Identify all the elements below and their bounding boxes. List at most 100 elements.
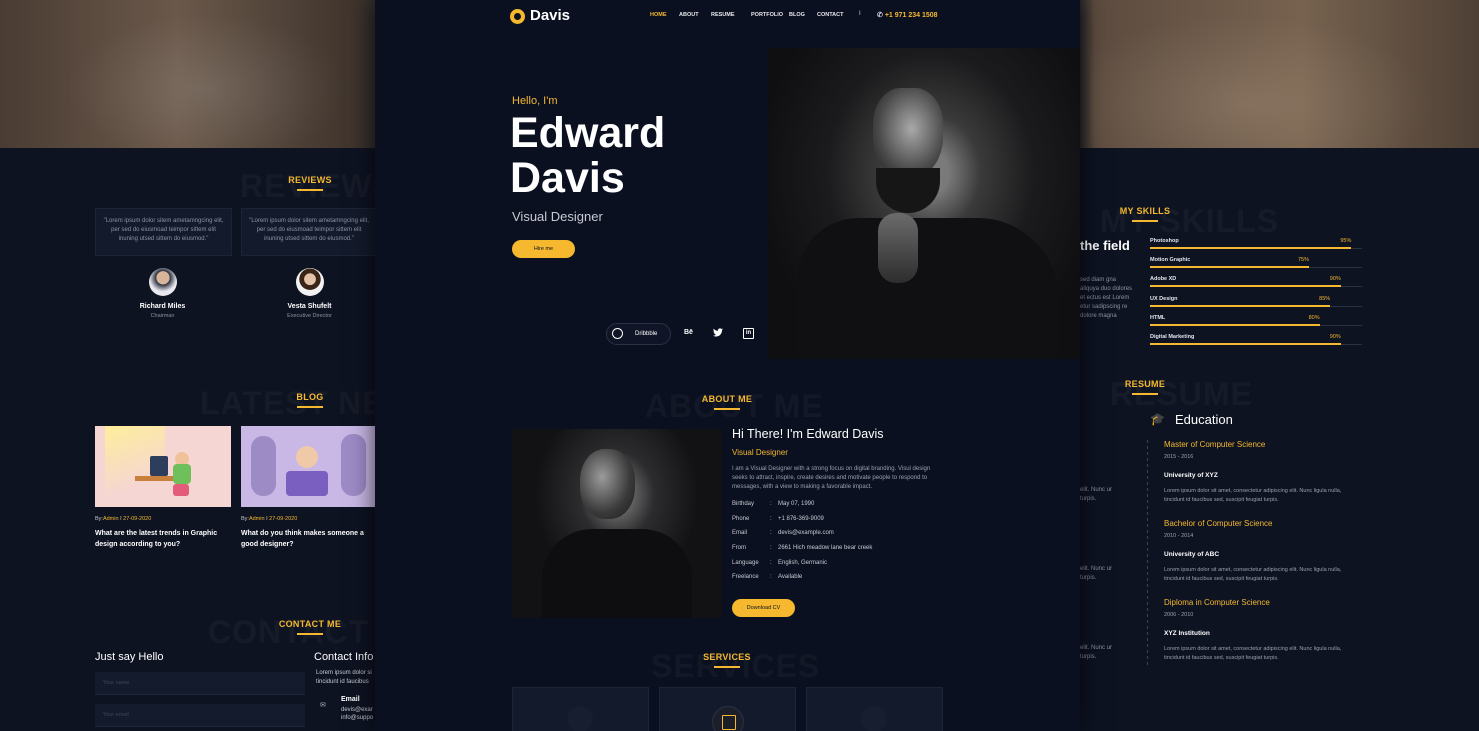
detail-value: +1 876-369-9009: [778, 515, 824, 522]
about-description: I am a Visual Designer with a strong foc…: [732, 466, 931, 490]
blog-meta: By:Admin I 27-09-2020: [95, 516, 152, 522]
review-card-1: "Lorem ipsum dolor sitem ametamngcing el…: [95, 208, 232, 256]
blog-meta: By:Admin I 27-09-2020: [241, 516, 298, 522]
hero-name-line2: Davis: [510, 154, 625, 202]
timeline-line: [1147, 440, 1148, 665]
skill-percent: 75%: [1297, 257, 1309, 264]
detail-value: English, Germanic: [778, 559, 828, 566]
service-card[interactable]: [512, 687, 649, 731]
nav-item-about[interactable]: ABOUT: [679, 12, 711, 18]
hero-portrait: [768, 48, 1080, 359]
resume-school: University of ABC: [1164, 551, 1220, 558]
review-card-2: "Lorem ipsum dolor sitem ametamngcing el…: [241, 208, 377, 256]
menu-separator: I: [859, 11, 861, 17]
skill-item: HTML 80%: [1150, 315, 1362, 334]
contact-email-label: Email: [341, 696, 360, 703]
skill-name: Photoshop: [1150, 238, 1179, 244]
nav-item-home[interactable]: HOME: [650, 12, 679, 18]
skill-name: Digital Marketing: [1150, 333, 1195, 340]
resume-item: Diploma in Computer Science 2006 - 2010 XY…: [1164, 598, 1364, 677]
nav-item-portfolio[interactable]: PORTFOLIO: [751, 12, 789, 18]
blog-post-title[interactable]: What do you think makes someone a good d…: [241, 528, 371, 550]
contact-info-text: Lorem ipsum dolor si tincidunt id faucib…: [316, 670, 372, 685]
gift-icon: [861, 706, 887, 731]
main-website-preview: Davis HOME ABOUT RESUME PORTFOLIO BLOG CONTAC…: [375, 0, 1080, 731]
detail-separator: :: [770, 574, 772, 581]
dribbble-icon: [612, 328, 623, 339]
resume-side-snippet: elit. Nunc ur turpis.: [1080, 487, 1113, 502]
logo-text[interactable]: Davis: [530, 7, 570, 24]
review-quote: "Lorem ipsum dolor sitem ametamngcing el…: [103, 218, 224, 242]
detail-label: Birthday: [732, 501, 755, 507]
reviews-section-title: REVIEWS: [250, 175, 370, 191]
skill-percent: 95%: [1340, 238, 1352, 244]
hero-greeting: Hello, I'm: [512, 95, 558, 107]
book-icon: [712, 706, 744, 731]
skill-name: HTML: [1150, 314, 1166, 321]
resume-school: XYZ Institution: [1164, 630, 1210, 637]
blog-section-title: BLOG: [250, 392, 370, 408]
about-portrait: [512, 429, 722, 618]
resume-description: Lorem ipsum dolor sit amet, consectetur …: [1164, 488, 1342, 503]
skill-bar-fill: [1150, 304, 1331, 307]
service-card[interactable]: [806, 687, 943, 731]
logo-icon[interactable]: [510, 9, 525, 24]
monitor-icon: [567, 706, 593, 731]
resume-degree: Diploma in Computer Science: [1164, 598, 1270, 607]
email-input[interactable]: Your email: [95, 704, 305, 727]
nav-item-resume[interactable]: RESUME: [711, 12, 751, 18]
skill-item: Motion Graphic 75%: [1150, 257, 1362, 276]
header-phone[interactable]: ✆ +1 971 234 1508: [877, 11, 938, 19]
behance-icon[interactable]: Bē: [684, 329, 693, 336]
detail-separator: :: [770, 530, 772, 537]
resume-degree: Master of Computer Science: [1164, 440, 1266, 449]
detail-label: Language: [732, 559, 759, 566]
resume-description: Lorem ipsum dolor sit amet, consectetur …: [1164, 646, 1342, 661]
blog-image-1[interactable]: [95, 426, 231, 507]
skill-bar-fill: [1150, 342, 1341, 345]
download-cv-button[interactable]: Download CV: [732, 599, 795, 617]
contact-info-heading: Contact Info: [314, 651, 374, 663]
service-card[interactable]: [659, 687, 796, 731]
resume-years: 2015 - 2016: [1164, 454, 1194, 460]
blog-post-title[interactable]: What are the latest trends in Graphic de…: [95, 528, 225, 550]
left-preview-panel: REVIEWS REVIEWS "Lorem ipsum dolor sitem…: [0, 148, 377, 731]
linkedin-icon[interactable]: in: [743, 328, 754, 339]
nav-item-blog[interactable]: BLOG: [789, 12, 817, 18]
about-role: Visual Designer: [732, 448, 788, 457]
skill-item: Digital Marketing 90%: [1150, 334, 1362, 353]
avatar: [149, 268, 177, 296]
detail-row: Birthday: May 07, 1990: [732, 501, 962, 516]
detail-row: Language: English, Germanic: [732, 560, 962, 575]
hire-me-button[interactable]: Hire me: [512, 240, 575, 258]
right-preview-panel: MY SKILLS MY SKILLS the field sed diam g…: [1080, 148, 1479, 731]
twitter-icon[interactable]: [713, 328, 723, 337]
detail-label: From: [732, 545, 746, 552]
detail-separator: :: [770, 515, 772, 522]
detail-separator: :: [770, 501, 772, 507]
mail-icon: ✉: [320, 702, 326, 709]
education-heading: Education: [1175, 412, 1233, 427]
about-section-title: ABOUT ME: [667, 394, 787, 410]
about-heading: Hi There! I'm Edward Davis: [732, 427, 884, 441]
dribbble-button[interactable]: Dribbble: [606, 323, 671, 345]
skill-item: Adobe XD 90%: [1150, 276, 1362, 295]
skill-name: UX Design: [1150, 295, 1178, 302]
resume-degree: Bachelor of Computer Science: [1164, 519, 1273, 528]
skills-side-heading: the field: [1080, 238, 1130, 253]
resume-side-snippet: elit. Nunc ur turpis.: [1080, 566, 1113, 581]
about-details: Birthday: May 07, 1990 Phone: +1 876-369-90…: [732, 501, 962, 589]
resume-item: Master of Computer Science 2015 - 2016 Uni…: [1164, 440, 1364, 519]
name-input[interactable]: Your name: [95, 672, 305, 695]
blog-image-2[interactable]: [241, 426, 375, 507]
resume-side-snippet: elit. Nunc ur turpis.: [1080, 645, 1113, 660]
skill-item: UX Design 85%: [1150, 296, 1362, 315]
detail-row: Email: devis@example.com: [732, 530, 962, 545]
avatar: [296, 268, 324, 296]
detail-value: 2661 Hich meadow lane bear creek: [778, 545, 873, 552]
nav-item-contact[interactable]: CONTACT: [817, 12, 847, 18]
review-quote: "Lorem ipsum dolor sitem ametamngcing el…: [249, 218, 369, 242]
skill-percent: 85%: [1319, 295, 1331, 302]
detail-row: Phone: +1 876-369-9009: [732, 516, 962, 531]
phone-icon: ✆: [877, 12, 883, 19]
